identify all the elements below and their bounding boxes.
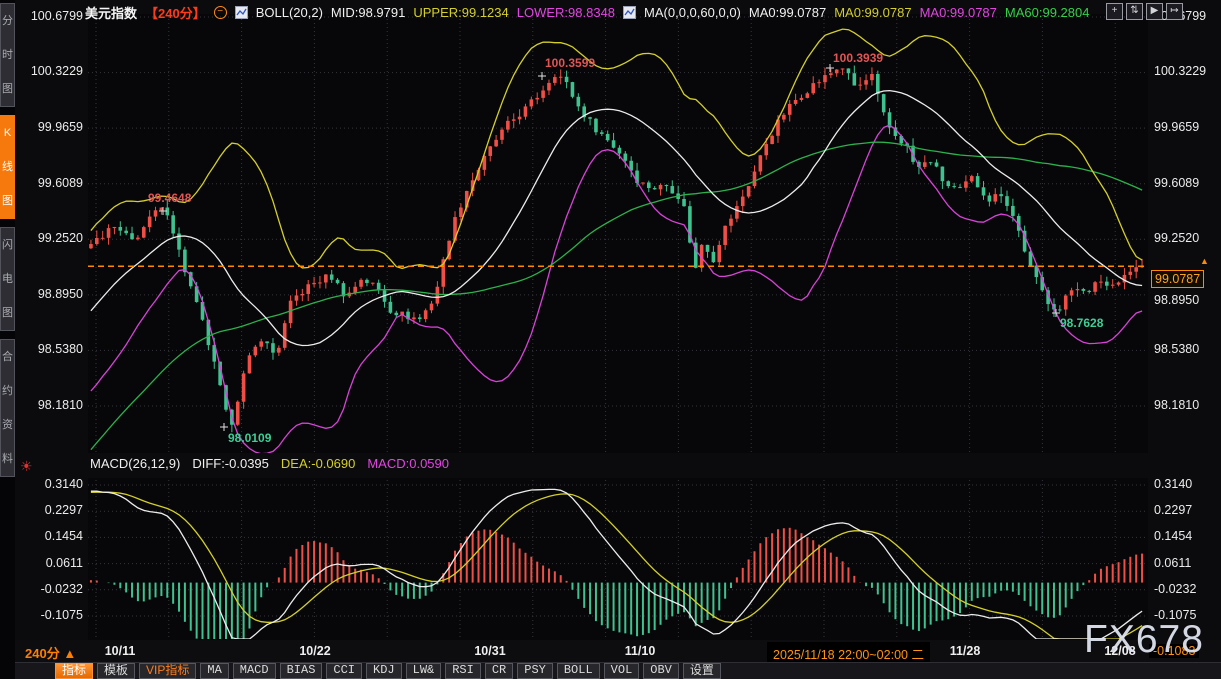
boll-label: BOLL(20,2) [256, 5, 323, 20]
toolbar-template-button[interactable]: 模板 [97, 663, 135, 679]
macd-diff-value: DIFF:-0.0395 [192, 456, 269, 471]
ma0-value-2: MA0:99.0787 [834, 5, 911, 20]
macd-axis-label: 0.1454 [25, 529, 83, 543]
y-axis-label: 99.2520 [25, 231, 83, 245]
high-annotation: 100.3599 [545, 56, 595, 70]
macd-axis-label: 0.0611 [1154, 556, 1191, 570]
trading-app-window: 分时图 K线图 闪电图 合约资料 美元指数 【240分】 − BOLL(20,2… [0, 0, 1221, 679]
period-arrow-icon: ▲ [63, 646, 76, 661]
toolbar-settings-button[interactable]: 设置 [683, 663, 721, 679]
jump-latest-icon[interactable]: ↦ [1166, 3, 1183, 20]
toolbar-vol-button[interactable]: VOL [604, 663, 640, 679]
toolbar-lwr-button[interactable]: LW& [406, 663, 442, 679]
ma60-value: MA60:99.2804 [1005, 5, 1090, 20]
y-axis-label: 99.6089 [25, 176, 83, 190]
x-axis-date: 10/31 [455, 644, 525, 658]
scale-icon[interactable]: ⇅ [1126, 3, 1143, 20]
x-axis-date: 10/11 [85, 644, 155, 658]
ma-group-label: MA(0,0,0,60,0,0) [644, 5, 741, 20]
toolbar-rsi-button[interactable]: RSI [445, 663, 481, 679]
macd-axis-label: 0.2297 [25, 503, 83, 517]
macd-axis-label: 0.3140 [25, 477, 83, 491]
low-annotation: 98.0109 [228, 431, 271, 445]
macd-axis-label: -0.0232 [1154, 582, 1196, 596]
macd-bar-value: MACD:0.0590 [367, 456, 449, 471]
macd-axis-label: 0.2297 [1154, 503, 1192, 517]
chart-canvas[interactable] [0, 0, 1221, 679]
chart-header: 美元指数 【240分】 − BOLL(20,2) MID:98.9791 UPP… [85, 3, 1089, 21]
indicator-settings-icon[interactable]: ☀ [20, 458, 33, 475]
indicator-chart-icon [623, 6, 636, 19]
y-axis-label: 98.5380 [25, 342, 83, 356]
macd-axis-label: 0.3140 [1154, 477, 1192, 491]
sidebar-tab-timeline[interactable]: 分时图 [0, 3, 15, 107]
ma0-value-3: MA0:99.0787 [920, 5, 997, 20]
high-annotation: 99.4648 [148, 191, 191, 205]
period-selector[interactable]: 240分 ▲ [25, 643, 76, 662]
pan-icon[interactable]: + [1106, 3, 1123, 20]
toolbar-cr-button[interactable]: CR [485, 663, 513, 679]
macd-header: MACD(26,12,9) DIFF:-0.0395 DEA:-0.0690 M… [90, 456, 449, 471]
y-axis-label: 98.1810 [1154, 398, 1199, 412]
y-axis-label: 99.9659 [1154, 120, 1199, 134]
fx678-watermark: FX678 [1084, 618, 1204, 662]
y-axis-label: 100.3229 [1154, 64, 1206, 78]
macd-axis-label: 0.1454 [1154, 529, 1192, 543]
macd-axis-label: -0.1075 [25, 608, 83, 622]
toolbar-kdj-button[interactable]: KDJ [366, 663, 402, 679]
high-annotation: 100.3939 [833, 51, 883, 65]
indicator-toolbar: 指标 模板 VIP指标 MA MACD BIAS CCI KDJ LW& RSI… [15, 662, 1221, 679]
period-label: 【240分】 [145, 3, 206, 22]
y-axis-label: 98.1810 [25, 398, 83, 412]
y-axis-label: 99.9659 [25, 120, 83, 134]
y-axis-label: 100.3229 [25, 64, 83, 78]
toolbar-macd-button[interactable]: MACD [233, 663, 276, 679]
sidebar: 分时图 K线图 闪电图 合约资料 [0, 0, 15, 679]
toolbar-psy-button[interactable]: PSY [517, 663, 553, 679]
indicator-chart-icon [235, 6, 248, 19]
macd-axis-label: -0.0232 [25, 582, 83, 596]
y-axis-label: 100.6799 [25, 9, 83, 23]
y-axis-label: 98.8950 [1154, 293, 1199, 307]
y-axis-label: 99.2520 [1154, 231, 1199, 245]
macd-axis-label: 0.0611 [25, 556, 83, 570]
toolbar-obv-button[interactable]: OBV [643, 663, 679, 679]
current-price-tag: 99.0787 [1151, 270, 1204, 288]
y-axis-label: 99.6089 [1154, 176, 1199, 190]
ma0-value-1: MA0:99.0787 [749, 5, 826, 20]
toolbar-vip-indicator-button[interactable]: VIP指标 [139, 663, 196, 679]
toolbar-indicator-button[interactable]: 指标 [55, 663, 93, 679]
y-axis-label: 98.8950 [25, 287, 83, 301]
instrument-name: 美元指数 [85, 3, 137, 22]
low-annotation: 98.7628 [1060, 316, 1103, 330]
toolbar-boll-button[interactable]: BOLL [557, 663, 600, 679]
macd-dea-value: DEA:-0.0690 [281, 456, 355, 471]
y-axis-label: 98.5380 [1154, 342, 1199, 356]
chart-tool-icons: + ⇅ ▶ ↦ [1106, 3, 1183, 20]
x-axis-date: 10/22 [280, 644, 350, 658]
x-axis-date: 11/28 [930, 644, 1000, 658]
collapse-icon[interactable]: − [214, 6, 227, 19]
sidebar-tab-contract-info[interactable]: 合约资料 [0, 339, 15, 477]
x-axis-row: 240分 ▲ 10/11 10/22 10/31 11/10 11/28 12/… [15, 640, 1221, 662]
sidebar-tab-kline[interactable]: K线图 [0, 115, 15, 219]
toolbar-cci-button[interactable]: CCI [326, 663, 362, 679]
toolbar-ma-button[interactable]: MA [200, 663, 228, 679]
boll-lower-value: LOWER:98.8348 [517, 5, 615, 20]
price-up-arrow-icon: ▲ [1200, 256, 1209, 266]
scroll-right-icon[interactable]: ▶ [1146, 3, 1163, 20]
boll-mid-value: MID:98.9791 [331, 5, 405, 20]
sidebar-tab-flash[interactable]: 闪电图 [0, 227, 15, 331]
macd-params-label: MACD(26,12,9) [90, 456, 180, 471]
toolbar-bias-button[interactable]: BIAS [280, 663, 323, 679]
boll-upper-value: UPPER:99.1234 [413, 5, 508, 20]
x-axis-date: 11/10 [605, 644, 675, 658]
